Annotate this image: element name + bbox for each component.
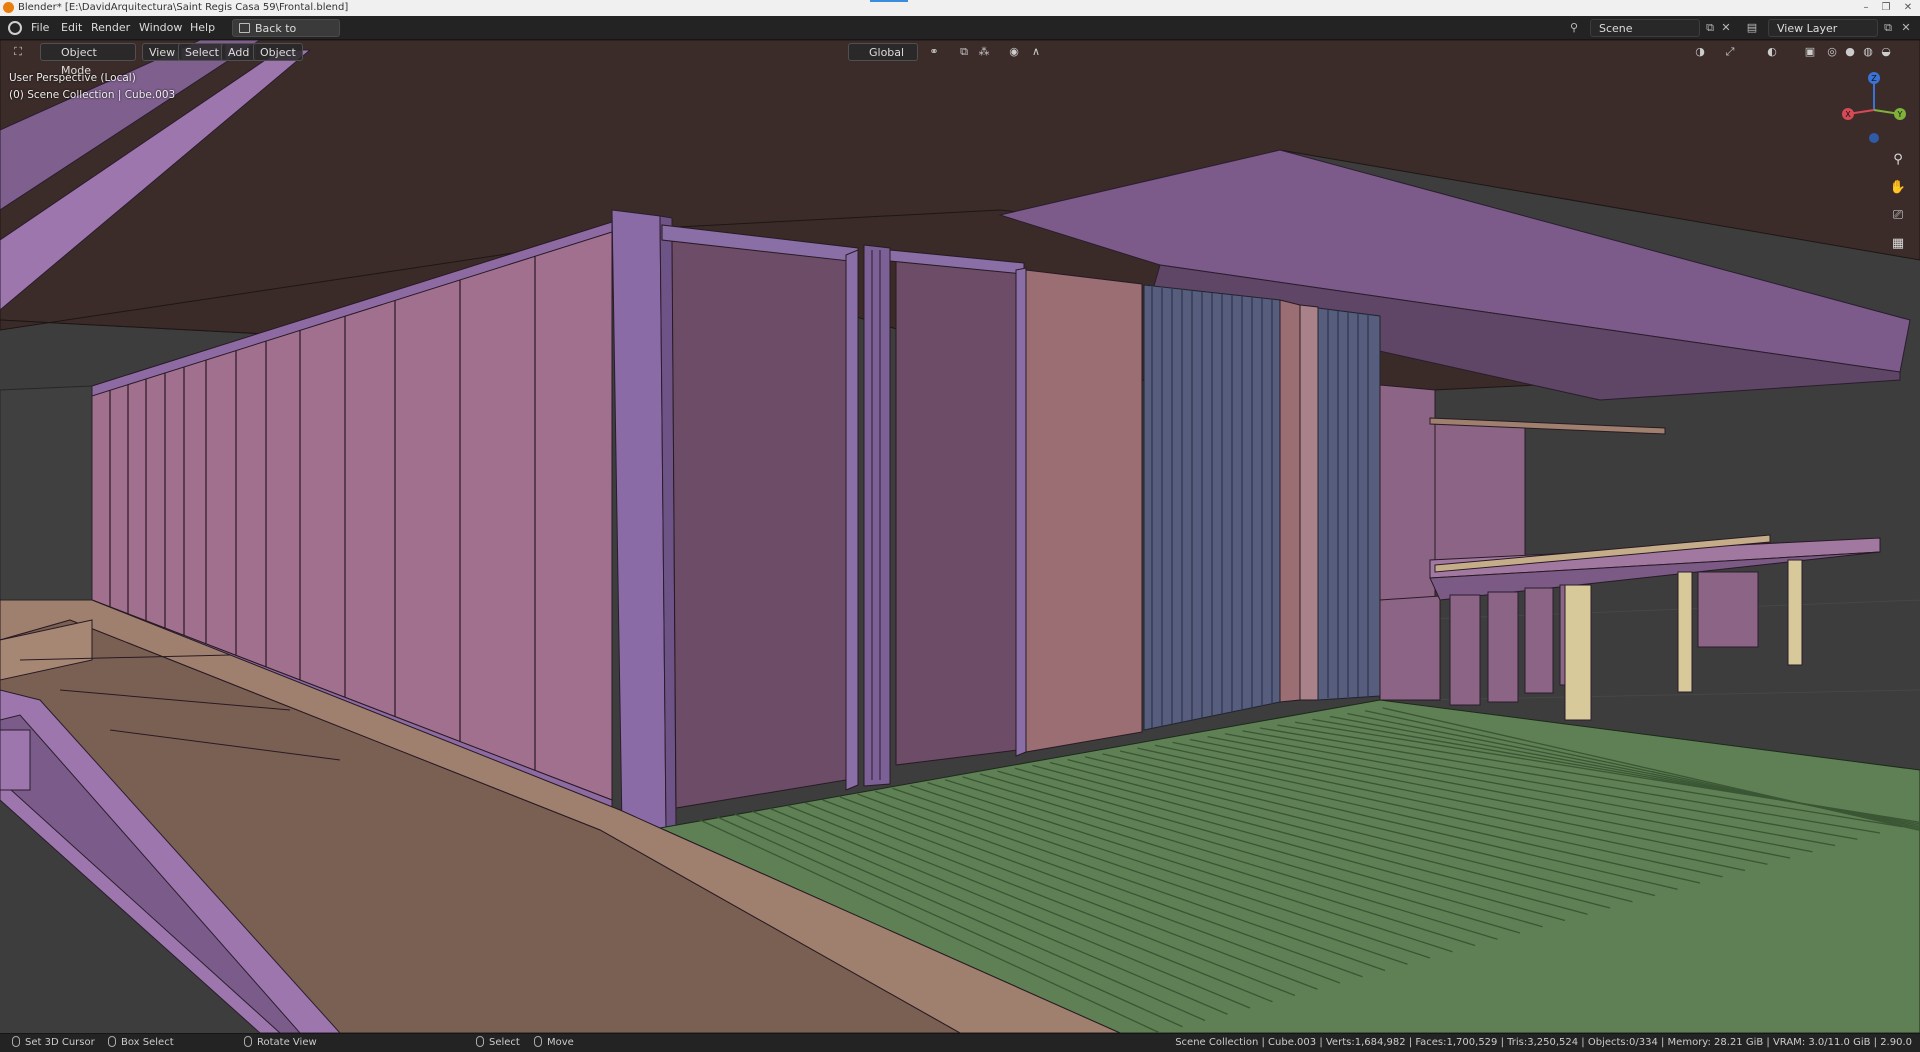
status-move: Move — [534, 1034, 574, 1052]
view-layer-icon[interactable]: ▤ — [1744, 20, 1760, 36]
title-bar: Blender* [E:\DavidArquitectura\Saint Reg… — [0, 0, 1920, 16]
maximize-button[interactable]: ❐ — [1876, 0, 1896, 16]
top-menu-bar: File Edit Render Window Help Back to Pre… — [0, 16, 1920, 53]
menu-render[interactable]: Render — [87, 20, 134, 36]
mouse-left-icon — [12, 1036, 20, 1047]
navigation-gizmo[interactable]: Z X Y — [1834, 66, 1914, 156]
view-layer-field[interactable]: View Layer — [1768, 19, 1878, 37]
mouse-move-icon — [534, 1036, 542, 1047]
xray-icon[interactable]: ▣ — [1802, 44, 1818, 60]
pan-hand-icon[interactable]: ✋ — [1886, 176, 1910, 200]
new-view-layer-icon[interactable]: ⧉ — [1880, 20, 1896, 36]
collection-label: (0) Scene Collection | Cube.003 — [9, 89, 176, 101]
object-menu[interactable]: Object — [253, 43, 303, 61]
camera-icon[interactable]: ⎚ — [1886, 204, 1910, 228]
menu-file[interactable]: File — [27, 20, 53, 36]
screen-icon — [239, 23, 250, 33]
status-rotate-view: Rotate View — [244, 1034, 317, 1052]
status-box-select: Box Select — [108, 1034, 174, 1052]
viewport-header: ⛶ Object Mode View Select Add Object Glo… — [0, 40, 1920, 77]
perspective-toggle-icon[interactable]: ▦ — [1886, 232, 1910, 256]
gizmo-z-label: Z — [1871, 74, 1877, 83]
menu-window[interactable]: Window — [135, 20, 186, 36]
blender-logo-icon — [3, 2, 14, 13]
remove-view-layer-icon[interactable]: ✕ — [1898, 20, 1914, 36]
scene-selector-icon[interactable]: ⚲ — [1566, 20, 1582, 36]
mouse-drag-icon — [108, 1036, 116, 1047]
perspective-label: User Perspective (Local) — [9, 72, 136, 84]
editor-type-icon[interactable]: ⛶ — [10, 44, 26, 60]
scene-field[interactable]: Scene — [1590, 19, 1700, 37]
status-set-3d-cursor: Set 3D Cursor — [12, 1034, 95, 1052]
3d-viewport[interactable]: ⛶ Object Mode View Select Add Object Glo… — [0, 40, 1920, 1033]
orientation-dropdown[interactable]: Global — [848, 43, 918, 61]
close-button[interactable]: ✕ — [1898, 0, 1918, 16]
visibility-icon[interactable]: ◑ — [1692, 44, 1708, 60]
mouse-middle-icon — [244, 1036, 252, 1047]
status-bar: Set 3D Cursor Box Select Rotate View Sel… — [0, 1033, 1920, 1052]
gizmo-y-label: Y — [1897, 110, 1903, 119]
snap-target-icon[interactable]: ⁂ — [976, 44, 992, 60]
orientation-label: Global — [869, 46, 905, 59]
new-scene-icon[interactable]: ⧉ — [1702, 20, 1718, 36]
falloff-icon[interactable]: ∧ — [1028, 44, 1044, 60]
mode-dropdown[interactable]: Object Mode — [40, 43, 136, 77]
solid-shading-icon[interactable]: ● — [1842, 44, 1858, 60]
scene-render[interactable] — [0, 40, 1920, 1033]
menu-help[interactable]: Help — [186, 20, 219, 36]
view-menu[interactable]: View — [142, 43, 183, 61]
pivot-icon[interactable]: ⚭ — [926, 44, 942, 60]
scene-name: Scene — [1599, 22, 1633, 35]
title-accent — [870, 0, 908, 2]
rendered-shading-icon[interactable]: ◒ — [1878, 44, 1894, 60]
scene-statistics: Scene Collection | Cube.003 | Verts:1,68… — [1175, 1037, 1912, 1048]
snap-icon[interactable]: ⧉ — [956, 44, 972, 60]
mouse-right-icon — [476, 1036, 484, 1047]
zoom-icon[interactable]: ⚲ — [1886, 148, 1910, 172]
add-menu[interactable]: Add — [221, 43, 257, 61]
remove-scene-icon[interactable]: ✕ — [1718, 20, 1734, 36]
gizmo-x-label: X — [1845, 110, 1851, 119]
overlays-icon[interactable]: ◐ — [1764, 44, 1780, 60]
window-title: Blender* [E:\DavidArquitectura\Saint Reg… — [18, 2, 349, 13]
minimize-button[interactable]: – — [1856, 0, 1876, 16]
wireframe-shading-icon[interactable]: ◎ — [1824, 44, 1840, 60]
select-menu[interactable]: Select — [178, 43, 226, 61]
status-select: Select — [476, 1034, 520, 1052]
gizmo-toggle-icon[interactable]: ⤢ — [1722, 44, 1738, 60]
menu-edit[interactable]: Edit — [57, 20, 86, 36]
back-to-previous-button[interactable]: Back to Previous — [232, 19, 340, 53]
material-shading-icon[interactable]: ◍ — [1860, 44, 1876, 60]
proportional-edit-icon[interactable]: ◉ — [1006, 44, 1022, 60]
view-layer-name: View Layer — [1777, 22, 1838, 35]
blender-menu-icon[interactable] — [8, 21, 22, 35]
